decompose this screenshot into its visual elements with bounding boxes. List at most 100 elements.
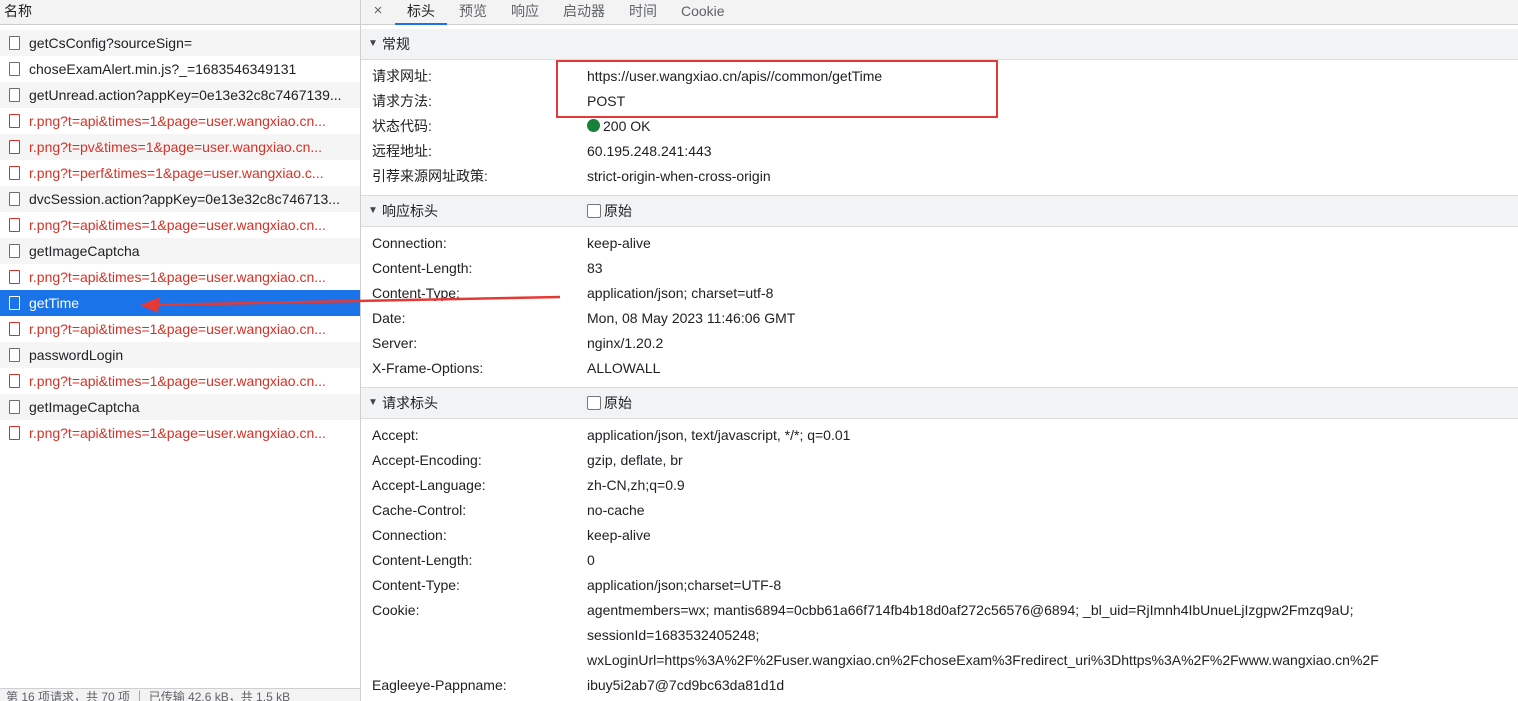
header-row: Content-Type: application/json; charset=u… (361, 281, 1518, 306)
name-column-header[interactable]: 名称 (0, 0, 360, 25)
request-row[interactable]: r.png?t=api&times=1&page=user.wangxiao.c… (0, 212, 360, 238)
header-row: 远程地址: 60.195.248.241:443 (361, 139, 1518, 164)
request-name: getImageCaptcha (29, 243, 140, 259)
header-key: Connection: (372, 527, 447, 543)
header-key: Cookie: (372, 602, 420, 618)
header-row: sessionId=1683532405248; (361, 623, 1518, 648)
request-name: r.png?t=api&times=1&page=user.wangxiao.c… (29, 217, 326, 233)
request-row[interactable]: dvcSession.action?appKey=0e13e32c8c74671… (0, 186, 360, 212)
header-row: 状态代码: 200 OK (361, 114, 1518, 139)
header-row: Cookie: agentmembers=wx; mantis6894=0cbb6… (361, 598, 1518, 623)
header-value: Mon, 08 May 2023 11:46:06 GMT (587, 310, 796, 326)
request-row[interactable]: passwordLogin (0, 342, 360, 368)
collapse-triangle-icon[interactable]: ▼ (368, 388, 378, 418)
section-header-request-headers[interactable]: ▼ 请求标头 原始 (361, 387, 1518, 419)
header-value: nginx/1.20.2 (587, 335, 664, 351)
header-row: Date: Mon, 08 May 2023 11:46:06 GMT (361, 306, 1518, 331)
close-icon[interactable]: × (361, 0, 395, 24)
request-row[interactable]: getCsConfig?sourceSign= (0, 30, 360, 56)
request-row-selected[interactable]: getTime (0, 290, 360, 316)
raw-checkbox[interactable] (587, 396, 601, 410)
raw-toggle[interactable]: 原始 (587, 196, 632, 226)
header-row: Accept-Language: zh-CN,zh;q=0.9 (361, 473, 1518, 498)
request-row[interactable]: r.png?t=pv&times=1&page=user.wangxiao.cn… (0, 134, 360, 160)
header-value: gzip, deflate, br (587, 452, 683, 468)
header-value: application/json, text/javascript, */*; … (587, 427, 851, 443)
request-row[interactable]: choseExamAlert.min.js?_=1683546349131 (0, 56, 360, 82)
request-name: r.png?t=api&times=1&page=user.wangxiao.c… (29, 269, 326, 285)
header-value: 60.195.248.241:443 (587, 143, 712, 159)
file-icon (9, 348, 20, 362)
request-list-panel: 名称 getCsConfig?sourceSign= choseExamAlert… (0, 0, 360, 701)
tab-0[interactable]: 标头 (395, 0, 447, 25)
section-title: 请求标头 (382, 395, 438, 411)
header-key: 请求方法: (372, 93, 432, 109)
header-value: application/json; charset=utf-8 (587, 285, 774, 301)
collapse-triangle-icon[interactable]: ▼ (368, 29, 378, 59)
header-row: X-Frame-Options: ALLOWALL (361, 356, 1518, 381)
tab-2[interactable]: 响应 (499, 0, 551, 24)
header-row: 请求方法: POST (361, 89, 1518, 114)
file-icon (9, 400, 20, 414)
header-row: Cache-Control: no-cache (361, 498, 1518, 523)
request-row[interactable]: r.png?t=api&times=1&page=user.wangxiao.c… (0, 420, 360, 446)
header-value: keep-alive (587, 527, 651, 543)
header-key: X-Frame-Options: (372, 360, 484, 376)
request-name: getCsConfig?sourceSign= (29, 35, 193, 51)
file-icon (9, 426, 20, 440)
request-details-panel: × 标头 预览 响应 启动器 时间 Cookie ▼ 常规请求网址: https://user… (361, 0, 1518, 701)
section-header-response-headers[interactable]: ▼ 响应标头 原始 (361, 195, 1518, 227)
header-key: Content-Length: (372, 552, 473, 568)
tab-5[interactable]: Cookie (669, 0, 737, 24)
header-row: Content-Type: application/json;charset=UT… (361, 573, 1518, 598)
request-row[interactable]: r.png?t=api&times=1&page=user.wangxiao.c… (0, 368, 360, 394)
request-row[interactable]: r.png?t=api&times=1&page=user.wangxiao.c… (0, 108, 360, 134)
details-tab-bar: × 标头 预览 响应 启动器 时间 Cookie (361, 0, 1518, 25)
request-row[interactable]: getUnread.action?appKey=0e13e32c8c746713… (0, 82, 360, 108)
tab-4[interactable]: 时间 (617, 0, 669, 24)
request-name: r.png?t=pv&times=1&page=user.wangxiao.cn… (29, 139, 323, 155)
header-value: ibuy5i2ab7@7cd9bc63da81d1d (587, 677, 785, 693)
tab-3[interactable]: 启动器 (551, 0, 617, 24)
file-icon (9, 244, 20, 258)
request-name: getImageCaptcha (29, 399, 140, 415)
raw-label: 原始 (604, 203, 632, 219)
header-key: 状态代码: (372, 118, 432, 134)
raw-toggle[interactable]: 原始 (587, 388, 632, 418)
file-icon (9, 114, 20, 128)
request-row[interactable]: r.png?t=api&times=1&page=user.wangxiao.c… (0, 316, 360, 342)
request-row[interactable]: getImageCaptcha (0, 238, 360, 264)
file-icon (9, 192, 20, 206)
header-key: Connection: (372, 235, 447, 251)
header-row: 引荐来源网址政策: strict-origin-when-cross-origin (361, 164, 1518, 189)
request-row[interactable]: getImageCaptcha (0, 394, 360, 420)
header-value: POST (587, 93, 626, 109)
header-row: Connection: keep-alive (361, 231, 1518, 256)
header-value: sessionId=1683532405248; (587, 627, 760, 643)
header-key: Eagleeye-Pappname: (372, 677, 507, 693)
header-row: Server: nginx/1.20.2 (361, 331, 1518, 356)
header-key: 请求网址: (372, 68, 432, 84)
request-row[interactable]: r.png?t=api&times=1&page=user.wangxiao.c… (0, 264, 360, 290)
header-row: 请求网址: https://user.wangxiao.cn/apis//comm… (361, 64, 1518, 89)
section-rows-general: 请求网址: https://user.wangxiao.cn/apis//comm… (361, 60, 1518, 195)
request-list: getCsConfig?sourceSign= choseExamAlert.mi… (0, 30, 360, 446)
request-name: r.png?t=api&times=1&page=user.wangxiao.c… (29, 113, 326, 129)
header-value: strict-origin-when-cross-origin (587, 168, 771, 184)
request-row[interactable]: r.png?t=perf&times=1&page=user.wangxiao.… (0, 160, 360, 186)
file-icon (9, 218, 20, 232)
header-value: 0 (587, 552, 595, 568)
file-icon (9, 88, 20, 102)
file-icon (9, 36, 20, 50)
header-value: keep-alive (587, 235, 651, 251)
tab-1[interactable]: 预览 (447, 0, 499, 24)
collapse-triangle-icon[interactable]: ▼ (368, 196, 378, 226)
header-key: Accept-Encoding: (372, 452, 482, 468)
file-icon (9, 322, 20, 336)
header-row: Content-Length: 0 (361, 548, 1518, 573)
status-text: 200 OK (603, 118, 651, 134)
header-row: wxLoginUrl=https%3A%2F%2Fuser.wangxiao.c… (361, 648, 1518, 673)
request-name: r.png?t=api&times=1&page=user.wangxiao.c… (29, 425, 326, 441)
section-header-general[interactable]: ▼ 常规 (361, 29, 1518, 60)
raw-checkbox[interactable] (587, 204, 601, 218)
